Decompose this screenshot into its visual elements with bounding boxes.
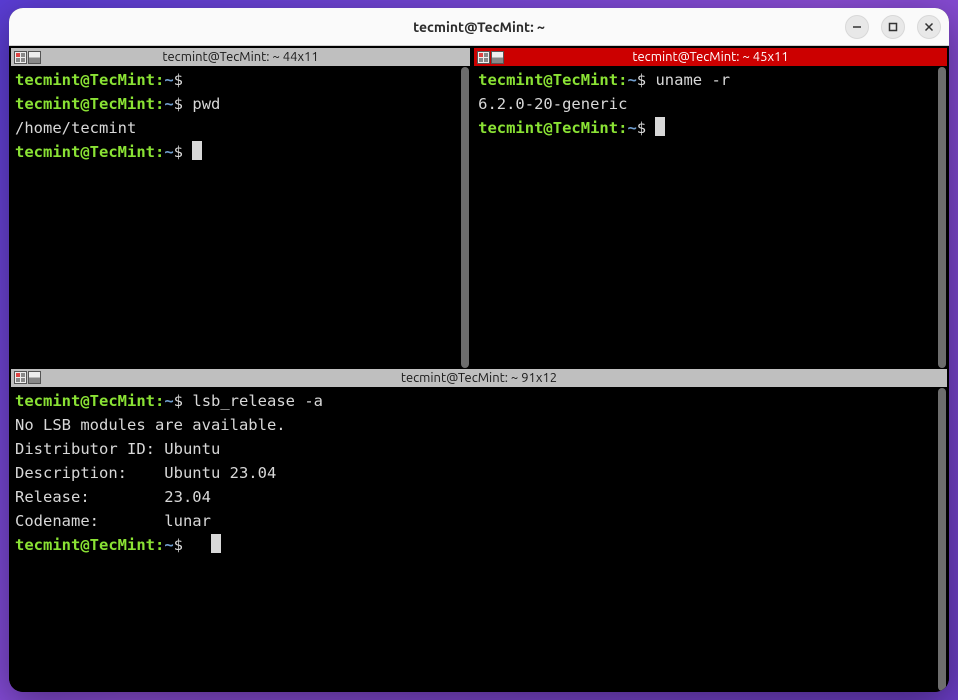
prompt-user: tecmint@TecMint xyxy=(15,95,155,113)
pane-content-top-left[interactable]: tecmint@TecMint:~$ tecmint@TecMint:~$ pw… xyxy=(11,66,470,367)
scrollbar-thumb[interactable] xyxy=(461,67,469,368)
command-text: uname -r xyxy=(655,71,730,89)
close-icon xyxy=(923,21,935,33)
pane-titlebar-bottom[interactable]: tecmint@TecMint: ~ 91x12 xyxy=(11,369,947,387)
prompt-sep: : xyxy=(155,536,164,554)
prompt-dollar: $ xyxy=(174,71,183,89)
cursor-icon xyxy=(211,534,221,553)
prompt-dollar: $ xyxy=(637,119,646,137)
pane-bottom[interactable]: tecmint@TecMint: ~ 91x12 tecmint@TecMint… xyxy=(11,369,947,690)
pane-group-icon[interactable] xyxy=(14,371,27,384)
pane-broadcast-icon[interactable] xyxy=(491,51,504,64)
pane-titlebar-top-right[interactable]: tecmint@TecMint: ~ 45x11 xyxy=(474,48,947,66)
top-split-row: tecmint@TecMint: ~ 44x11 tecmint@TecMint… xyxy=(11,48,947,367)
pane-content-bottom[interactable]: tecmint@TecMint:~$ lsb_release -a No LSB… xyxy=(11,387,947,690)
prompt-sep: : xyxy=(155,392,164,410)
pane-group-icon[interactable] xyxy=(14,51,27,64)
pane-broadcast-icon[interactable] xyxy=(28,371,41,384)
scrollbar[interactable] xyxy=(937,66,947,367)
output-line: Codename: lunar xyxy=(15,509,943,533)
window-controls xyxy=(845,15,941,39)
prompt-user: tecmint@TecMint xyxy=(478,119,618,137)
scrollbar-thumb[interactable] xyxy=(938,388,946,691)
pane-title: tecmint@TecMint: ~ 91x12 xyxy=(401,371,557,385)
prompt-user: tecmint@TecMint xyxy=(15,71,155,89)
prompt-sep: : xyxy=(155,71,164,89)
command-text: lsb_release -a xyxy=(192,392,323,410)
prompt-sep: : xyxy=(155,143,164,161)
terminator-body: tecmint@TecMint: ~ 44x11 tecmint@TecMint… xyxy=(9,46,949,692)
window-title: tecmint@TecMint: ~ xyxy=(413,19,545,35)
pane-icons[interactable] xyxy=(13,370,42,385)
prompt-user: tecmint@TecMint xyxy=(15,536,155,554)
output-line: 6.2.0-20-generic xyxy=(478,92,943,116)
prompt-dollar: $ xyxy=(174,392,183,410)
prompt-sep: : xyxy=(155,95,164,113)
command-text xyxy=(183,536,202,554)
prompt-dollar: $ xyxy=(174,143,183,161)
output-line: Release: 23.04 xyxy=(15,485,943,509)
close-button[interactable] xyxy=(917,15,941,39)
prompt-user: tecmint@TecMint xyxy=(478,71,618,89)
prompt-path: ~ xyxy=(164,536,173,554)
prompt-user: tecmint@TecMint xyxy=(15,143,155,161)
scrollbar-thumb[interactable] xyxy=(938,67,946,368)
prompt-path: ~ xyxy=(164,392,173,410)
prompt-user: tecmint@TecMint xyxy=(15,392,155,410)
output-line: Distributor ID: Ubuntu xyxy=(15,437,943,461)
pane-title: tecmint@TecMint: ~ 44x11 xyxy=(162,50,318,64)
output-line: /home/tecmint xyxy=(15,116,466,140)
maximize-icon xyxy=(887,21,899,33)
pane-top-left[interactable]: tecmint@TecMint: ~ 44x11 tecmint@TecMint… xyxy=(11,48,470,367)
prompt-path: ~ xyxy=(627,119,636,137)
prompt-path: ~ xyxy=(627,71,636,89)
prompt-path: ~ xyxy=(164,71,173,89)
pane-icons[interactable] xyxy=(476,50,505,65)
prompt-dollar: $ xyxy=(637,71,646,89)
pane-content-top-right[interactable]: tecmint@TecMint:~$ uname -r 6.2.0-20-gen… xyxy=(474,66,947,367)
minimize-button[interactable] xyxy=(845,15,869,39)
scrollbar[interactable] xyxy=(460,66,470,367)
prompt-path: ~ xyxy=(164,143,173,161)
scrollbar[interactable] xyxy=(937,387,947,690)
pane-icons[interactable] xyxy=(13,50,42,65)
pane-group-icon[interactable] xyxy=(477,51,490,64)
minimize-icon xyxy=(851,21,863,33)
prompt-path: ~ xyxy=(164,95,173,113)
output-line: Description: Ubuntu 23.04 xyxy=(15,461,943,485)
command-text: pwd xyxy=(192,95,220,113)
bottom-split-row: tecmint@TecMint: ~ 91x12 tecmint@TecMint… xyxy=(11,369,947,690)
prompt-dollar: $ xyxy=(174,536,183,554)
terminal-window: tecmint@TecMint: ~ tecmint@TecMin xyxy=(9,8,949,692)
pane-broadcast-icon[interactable] xyxy=(28,51,41,64)
pane-title: tecmint@TecMint: ~ 45x11 xyxy=(632,50,788,64)
cursor-icon xyxy=(655,117,665,136)
pane-titlebar-top-left[interactable]: tecmint@TecMint: ~ 44x11 xyxy=(11,48,470,66)
window-titlebar[interactable]: tecmint@TecMint: ~ xyxy=(9,8,949,46)
cursor-icon xyxy=(192,141,202,160)
maximize-button[interactable] xyxy=(881,15,905,39)
prompt-dollar: $ xyxy=(174,95,183,113)
output-line: No LSB modules are available. xyxy=(15,413,943,437)
pane-top-right[interactable]: tecmint@TecMint: ~ 45x11 tecmint@TecMint… xyxy=(474,48,947,367)
